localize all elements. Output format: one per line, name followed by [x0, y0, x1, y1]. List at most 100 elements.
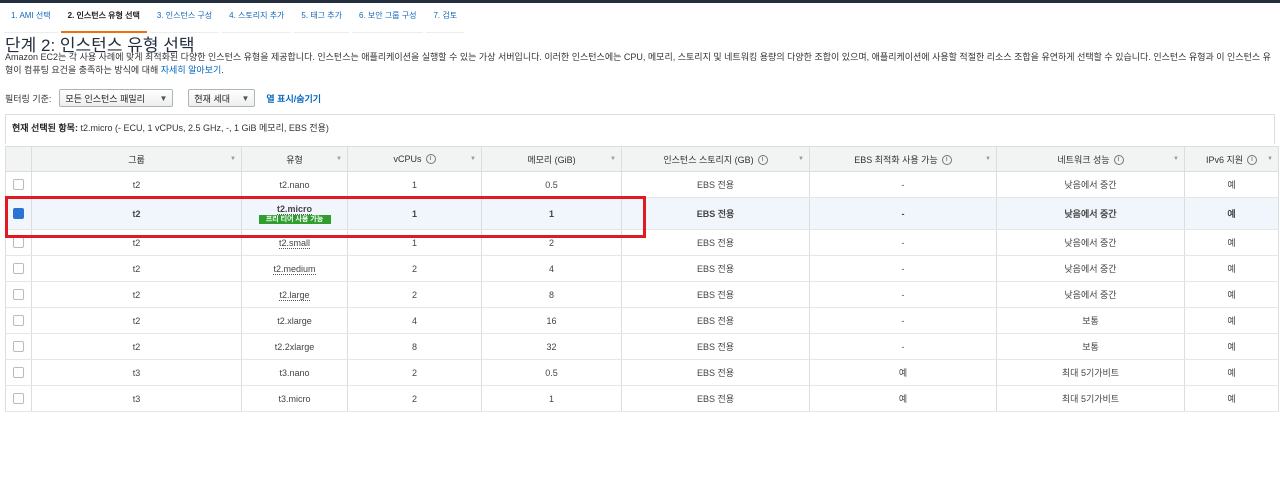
cell-type: t2.medium	[273, 263, 316, 275]
sort-icon: ▼	[985, 156, 991, 162]
cell-vcpus: 2	[347, 281, 482, 308]
cell-ipv6: 예	[1184, 307, 1279, 334]
info-icon[interactable]: i	[941, 155, 952, 166]
info-icon[interactable]: i	[757, 155, 768, 166]
cell-group: t2	[31, 281, 242, 308]
wizard-tab-instance-type[interactable]: 2. 인스턴스 유형 선택	[60, 8, 147, 33]
row-checkbox[interactable]	[13, 208, 24, 220]
wizard-tab-storage[interactable]: 4. 스토리지 추가	[222, 8, 292, 33]
generation-select[interactable]: 현재 세대 ▼	[188, 89, 256, 107]
table-row[interactable]: t2 t2.nano 1 0.5 EBS 전용 - 낮음에서 중간 예	[5, 171, 1279, 198]
header-vcpus[interactable]: vCPUs i ▼	[347, 146, 482, 172]
row-checkbox[interactable]	[13, 263, 24, 275]
table-row[interactable]: t2 t2.2xlarge 8 32 EBS 전용 - 보통 예	[5, 333, 1279, 360]
cell-type: t2.small	[278, 237, 310, 249]
cell-group: t2	[31, 307, 242, 334]
row-checkbox[interactable]	[13, 367, 24, 379]
header-memory-label: 메모리 (GiB)	[527, 154, 576, 165]
cell-storage: EBS 전용	[621, 333, 810, 360]
header-vcpus-label: vCPUs	[393, 153, 422, 164]
header-group[interactable]: 그룹 ▼	[31, 146, 242, 172]
table-row[interactable]: t2 t2.large 2 8 EBS 전용 - 낮음에서 중간 예	[5, 281, 1279, 308]
header-ebs-optimized[interactable]: EBS 최적화 사용 가능 i ▼	[809, 146, 997, 172]
row-checkbox[interactable]	[13, 393, 24, 405]
wizard-tab-security-group[interactable]: 6. 보안 그룹 구성	[351, 8, 424, 33]
info-icon[interactable]: i	[1113, 155, 1124, 166]
learn-more-link[interactable]: 자세히 알아보기	[161, 65, 221, 75]
cell-ebs-optimized: -	[809, 229, 997, 256]
row-checkbox[interactable]	[13, 289, 24, 301]
cell-storage: EBS 전용	[621, 281, 810, 308]
sort-icon: ▼	[798, 156, 804, 162]
cell-vcpus: 2	[347, 385, 482, 412]
cell-ebs-optimized: -	[809, 255, 997, 282]
cell-vcpus: 2	[347, 255, 482, 282]
cell-memory: 1	[481, 385, 622, 412]
cell-type: t2.large	[279, 289, 310, 301]
cell-network: 낮음에서 중간	[996, 229, 1185, 256]
wizard-tab-tags[interactable]: 5. 태그 추가	[294, 8, 349, 33]
table-row[interactable]: t3 t3.micro 2 1 EBS 전용 예 최대 5기가비트 예	[5, 385, 1279, 412]
cell-storage: EBS 전용	[621, 307, 810, 334]
table-row[interactable]: t2 t2.medium 2 4 EBS 전용 - 낮음에서 중간 예	[5, 255, 1279, 282]
row-checkbox[interactable]	[13, 179, 24, 191]
cell-group: t2	[31, 197, 242, 230]
table-row[interactable]: t3 t3.nano 2 0.5 EBS 전용 예 최대 5기가비트 예	[5, 359, 1279, 386]
filter-label: 필터링 기준:	[5, 93, 52, 104]
wizard-tab-ami[interactable]: 1. AMI 선택	[4, 8, 58, 33]
filter-bar: 필터링 기준: 모든 인스턴스 패밀리 ▼ 현재 세대 ▼ 열 표시/숨기기	[5, 89, 321, 107]
row-checkbox[interactable]	[13, 237, 24, 249]
cell-memory: 8	[481, 281, 622, 308]
header-memory[interactable]: 메모리 (GiB) ▼	[481, 146, 622, 172]
cell-vcpus: 1	[347, 171, 482, 198]
header-ipv6[interactable]: IPv6 지원 i ▼	[1184, 146, 1279, 172]
cell-network: 최대 5기가비트	[996, 359, 1185, 386]
sort-icon: ▼	[230, 156, 236, 162]
free-tier-badge: 프리 티어 사용 가능	[258, 214, 331, 224]
cell-vcpus: 2	[347, 359, 482, 386]
info-icon[interactable]: i	[425, 154, 436, 165]
cell-network: 낮음에서 중간	[996, 255, 1185, 282]
cell-type: t2.2xlarge	[274, 341, 315, 352]
cell-type: t3.nano	[279, 367, 310, 378]
cell-type: t2.xlarge	[277, 315, 312, 326]
wizard-tab-review[interactable]: 7. 검토	[426, 8, 465, 33]
cell-ipv6: 예	[1184, 255, 1279, 282]
cell-ebs-optimized: -	[809, 307, 997, 334]
cell-storage: EBS 전용	[621, 229, 810, 256]
sort-icon: ▼	[1267, 156, 1273, 162]
row-checkbox[interactable]	[13, 315, 24, 327]
header-type[interactable]: 유형 ▼	[241, 146, 348, 172]
cell-network: 보통	[996, 307, 1185, 334]
table-row[interactable]: t2 t2.xlarge 4 16 EBS 전용 - 보통 예	[5, 307, 1279, 334]
cell-storage: EBS 전용	[621, 197, 810, 230]
header-network[interactable]: 네트워크 성능 i ▼	[996, 146, 1185, 172]
top-bar	[0, 0, 1280, 3]
cell-group: t2	[31, 171, 242, 198]
table-row-selected[interactable]: t2 t2.micro 프리 티어 사용 가능 1 1 EBS 전용 - 낮음에…	[5, 197, 1279, 230]
wizard-tab-configure[interactable]: 3. 인스턴스 구성	[149, 8, 220, 33]
header-storage[interactable]: 인스턴스 스토리지 (GB) i ▼	[621, 146, 810, 172]
info-icon[interactable]: i	[1247, 155, 1258, 166]
instance-family-select[interactable]: 모든 인스턴스 패밀리 ▼	[59, 89, 174, 107]
cell-type: t3.micro	[278, 393, 311, 404]
show-hide-columns-link[interactable]: 열 표시/숨기기	[266, 92, 321, 105]
cell-network: 낮음에서 중간	[996, 197, 1185, 230]
cell-vcpus: 8	[347, 333, 482, 360]
cell-storage: EBS 전용	[621, 255, 810, 282]
table-header-row: 그룹 ▼ 유형 ▼ vCPUs i ▼ 메모리 (GiB) ▼ 인스턴스 스토리지 (GB…	[5, 146, 1279, 172]
header-storage-label: 인스턴스 스토리지 (GB)	[663, 154, 754, 165]
table-row[interactable]: t2 t2.small 1 2 EBS 전용 - 낮음에서 중간 예	[5, 229, 1279, 256]
cell-vcpus: 1	[347, 197, 482, 230]
cell-network: 최대 5기가비트	[996, 385, 1185, 412]
cell-ebs-optimized: -	[809, 333, 997, 360]
row-checkbox[interactable]	[13, 341, 24, 353]
cell-group: t3	[31, 385, 242, 412]
cell-memory: 4	[481, 255, 622, 282]
cell-ebs-optimized: 예	[809, 385, 997, 412]
cell-group: t2	[31, 255, 242, 282]
sort-icon: ▼	[610, 156, 616, 162]
chevron-down-icon: ▼	[241, 93, 250, 103]
cell-ipv6: 예	[1184, 197, 1279, 230]
cell-memory: 2	[481, 229, 622, 256]
